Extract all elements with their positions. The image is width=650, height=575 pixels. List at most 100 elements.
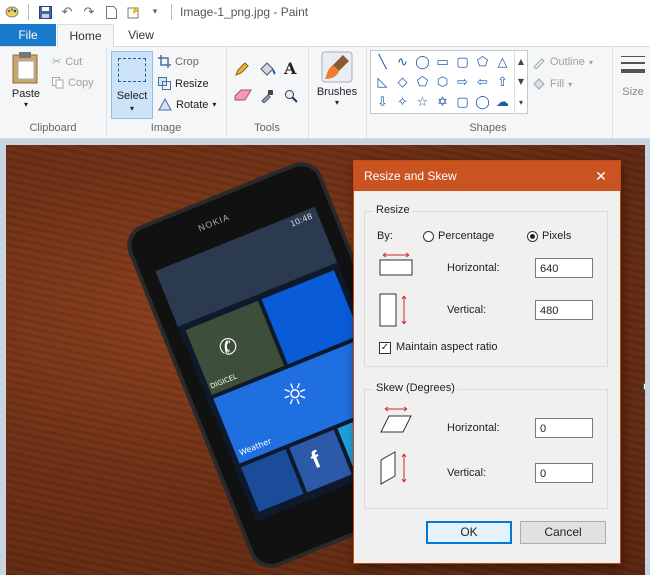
redo-icon[interactable]: ↷ (81, 4, 97, 20)
rounded-callout-shape-icon[interactable]: ▢ (453, 93, 472, 112)
scroll-down-icon[interactable]: ▼ (518, 77, 524, 86)
curve-shape-icon[interactable]: ∿ (393, 53, 412, 72)
clipboard-group-label: Clipboard (29, 122, 77, 134)
ribbon-tabs: File Home View (0, 24, 650, 48)
size-group: Size (612, 47, 650, 138)
crop-label: Crop (175, 55, 199, 68)
scroll-up-icon[interactable]: ▲ (518, 57, 524, 66)
hexagon-shape-icon[interactable]: ⬡ (433, 73, 452, 92)
cloud-callout-shape-icon[interactable]: ☁ (493, 93, 512, 112)
copy-button[interactable]: Copy (52, 77, 94, 89)
qat-separator (171, 4, 172, 20)
phone-brand-label: NOKIA (196, 211, 232, 234)
shapes-scrollbar[interactable]: ▲ ▼ ▾ (514, 51, 527, 113)
quick-access-toolbar: ↶ ↷ ▾ (0, 4, 174, 20)
five-point-star-shape-icon[interactable]: ☆ (413, 93, 432, 112)
skew-vertical-label: Vertical: (447, 467, 487, 479)
oval-shape-icon[interactable]: ◯ (413, 53, 432, 72)
select-button[interactable]: Select ▾ (111, 51, 153, 119)
line-width-icon (621, 56, 645, 73)
crop-button[interactable]: Crop (158, 55, 199, 68)
fill-bucket-icon[interactable] (258, 61, 276, 77)
brushes-button[interactable]: Brushes ▾ (312, 51, 362, 107)
eraser-icon[interactable] (234, 89, 252, 101)
text-icon[interactable]: A (284, 59, 296, 78)
polygon-shape-icon[interactable]: ⬠ (473, 53, 492, 72)
resize-horizontal-label: Horizontal: (447, 262, 500, 274)
dialog-title: Resize and Skew (364, 169, 457, 183)
properties-icon[interactable] (125, 4, 141, 20)
skew-legend: Skew (Degrees) (373, 382, 458, 394)
six-point-star-shape-icon[interactable]: ✡ (433, 93, 452, 112)
fill-label: Fill (550, 78, 565, 90)
expand-gallery-icon[interactable]: ▾ (519, 98, 523, 107)
resize-horizontal-input[interactable]: 640 (535, 258, 593, 278)
pixels-label[interactable]: Pixels (542, 230, 571, 242)
cancel-button[interactable]: Cancel (520, 521, 606, 544)
crop-icon (158, 55, 171, 68)
shapes-group: ╲ ∿ ◯ ▭ ▢ ⬠ △ ◺ ◇ ⬠ ⬡ ⇨ ⇦ ⇧ ⇩ ✧ ☆ ✡ ▢ ◯ (366, 47, 610, 138)
image-group: Select ▾ Crop Resize Rotate ▾ Image (106, 47, 227, 138)
skew-fieldset: Skew (Degrees) Horizontal: 0 Vertical: 0 (364, 382, 608, 509)
brushes-label: Brushes (316, 86, 358, 98)
right-arrow-shape-icon[interactable]: ⇨ (453, 73, 472, 92)
skew-horizontal-label: Horizontal: (447, 422, 500, 434)
brushes-group: Brushes ▾ (308, 47, 367, 138)
ok-button[interactable]: OK (426, 521, 512, 544)
shapes-grid: ╲ ∿ ◯ ▭ ▢ ⬠ △ ◺ ◇ ⬠ ⬡ ⇨ ⇦ ⇧ ⇩ ✧ ☆ ✡ ▢ ◯ (373, 53, 512, 112)
fill-icon (532, 77, 546, 91)
tab-home[interactable]: Home (57, 24, 114, 48)
fill-button[interactable]: Fill ▾ (532, 77, 572, 91)
copy-label: Copy (68, 77, 94, 89)
close-button[interactable]: ✕ (592, 167, 610, 185)
resize-vertical-label: Vertical: (447, 304, 487, 316)
triangle-shape-icon[interactable]: △ (493, 53, 512, 72)
resize-vertical-input[interactable]: 480 (535, 300, 593, 320)
tools-group-label: Tools (254, 122, 280, 134)
undo-icon[interactable]: ↶ (59, 4, 75, 20)
cut-button[interactable]: ✂ Cut (52, 55, 82, 69)
scissors-icon: ✂ (52, 56, 62, 68)
line-shape-icon[interactable]: ╲ (373, 53, 392, 72)
horizontal-skew-icon (379, 406, 413, 437)
right-triangle-shape-icon[interactable]: ◺ (373, 73, 392, 92)
percentage-label[interactable]: Percentage (438, 230, 494, 242)
oval-callout-shape-icon[interactable]: ◯ (473, 93, 492, 112)
diamond-shape-icon[interactable]: ◇ (393, 73, 412, 92)
chevron-down-icon: ▾ (212, 100, 217, 109)
paint-app-icon[interactable] (4, 4, 20, 20)
left-arrow-shape-icon[interactable]: ⇦ (473, 73, 492, 92)
pencil-icon[interactable] (234, 61, 250, 77)
magnifier-icon[interactable] (284, 89, 298, 103)
skew-horizontal-input[interactable]: 0 (535, 418, 593, 438)
shapes-gallery[interactable]: ╲ ∿ ◯ ▭ ▢ ⬠ △ ◺ ◇ ⬠ ⬡ ⇨ ⇦ ⇧ ⇩ ✧ ☆ ✡ ▢ ◯ (370, 50, 528, 114)
size-button[interactable]: Size (617, 53, 649, 98)
percentage-radio[interactable] (423, 231, 434, 242)
canvas-resize-handle[interactable] (643, 383, 645, 390)
paste-button[interactable]: Paste ▾ (6, 51, 46, 109)
resize-label: Resize (175, 77, 209, 90)
pentagon-shape-icon[interactable]: ⬠ (413, 73, 432, 92)
color-picker-icon[interactable] (260, 89, 274, 103)
resize-button[interactable]: Resize (158, 77, 209, 90)
save-icon[interactable] (37, 4, 53, 20)
tab-file[interactable]: File (0, 24, 56, 46)
resize-icon (158, 77, 171, 90)
outline-button[interactable]: Outline ▾ (532, 55, 593, 69)
pixels-radio[interactable] (527, 231, 538, 242)
rotate-button[interactable]: Rotate ▾ (158, 98, 216, 111)
resize-skew-dialog: Resize and Skew ✕ Resize By: Percentage … (353, 160, 621, 564)
skew-vertical-input[interactable]: 0 (535, 463, 593, 483)
customize-qat-icon[interactable]: ▾ (147, 4, 163, 20)
maintain-aspect-label[interactable]: Maintain aspect ratio (396, 341, 498, 353)
up-arrow-shape-icon[interactable]: ⇧ (493, 73, 512, 92)
rounded-rectangle-shape-icon[interactable]: ▢ (453, 53, 472, 72)
rectangle-shape-icon[interactable]: ▭ (433, 53, 452, 72)
tab-view[interactable]: View (115, 24, 167, 46)
maintain-aspect-checkbox[interactable]: ✓ (379, 342, 391, 354)
new-document-icon[interactable] (103, 4, 119, 20)
window-title: Image-1_png.jpg - Paint (180, 5, 309, 19)
four-point-star-shape-icon[interactable]: ✧ (393, 93, 412, 112)
down-arrow-shape-icon[interactable]: ⇩ (373, 93, 392, 112)
qat-separator (28, 4, 29, 20)
